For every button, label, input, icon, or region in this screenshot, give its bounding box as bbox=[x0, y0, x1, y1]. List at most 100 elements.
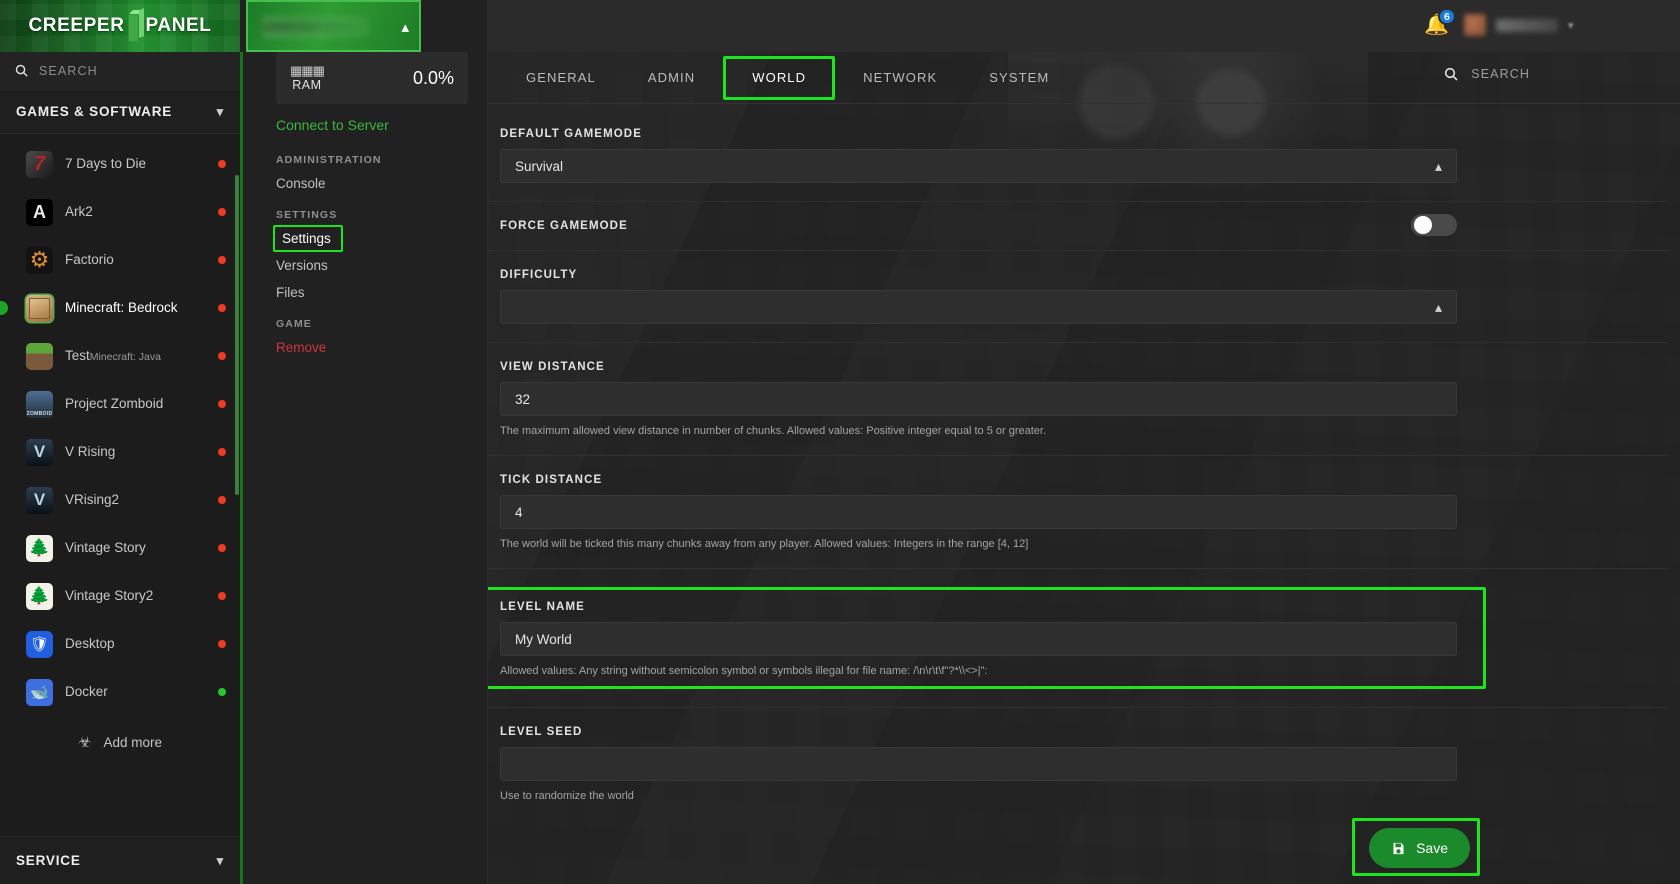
notification-badge: 6 bbox=[1438, 8, 1456, 25]
sidebar-item-text: Project Zomboid bbox=[65, 395, 206, 413]
sidebar-item-desktop[interactable]: Desktop bbox=[0, 620, 240, 668]
game-icon-desktop bbox=[26, 630, 53, 658]
sidebar-item-label: VRising2 bbox=[65, 492, 120, 507]
tab-general[interactable]: GENERAL bbox=[500, 52, 622, 104]
logo-text-left: CREEPER bbox=[28, 15, 125, 36]
server-nav-item-versions[interactable]: Versions bbox=[240, 252, 488, 279]
field-label-view-distance: VIEW DISTANCE bbox=[500, 361, 605, 373]
server-nav-item-console[interactable]: Console bbox=[240, 170, 488, 197]
sidebar-group-service[interactable]: SERVICE ▾ bbox=[0, 836, 240, 884]
sidebar-item-label: Docker bbox=[65, 684, 108, 699]
input-tick-distance[interactable]: 4 bbox=[500, 495, 1457, 529]
sidebar-item-text: Factorio bbox=[65, 251, 206, 269]
world-settings-form: DEFAULT GAMEMODE Survival ▴ FORCE GAMEMODE D… bbox=[488, 104, 1680, 802]
status-dot bbox=[218, 256, 226, 264]
sidebar-item-vintage-story2[interactable]: Vintage Story2 bbox=[0, 572, 240, 620]
field-separator bbox=[488, 455, 1668, 456]
tab-world[interactable]: WORLD bbox=[723, 55, 836, 100]
field-hint-level-name: Allowed values: Any string without semic… bbox=[500, 665, 988, 677]
sidebar-item-factorio[interactable]: Factorio bbox=[0, 236, 240, 284]
app-logo-bar[interactable]: CREEPER PANEL bbox=[0, 0, 240, 52]
sidebar-item-minecraft-bedrock[interactable]: Minecraft: Bedrock bbox=[0, 284, 240, 332]
server-nav-item-settings[interactable]: Settings bbox=[273, 225, 343, 252]
save-bar: Save bbox=[488, 802, 1680, 884]
input-value-view-distance: 32 bbox=[515, 391, 531, 407]
sidebar-group-games-software[interactable]: GAMES & SOFTWARE ▾ bbox=[0, 90, 240, 134]
input-level-name[interactable]: My World bbox=[500, 622, 1457, 656]
top-bar: 🔔 6 ▾ bbox=[488, 0, 1680, 52]
field-level-seed: LEVEL SEED Use to randomize the world bbox=[488, 726, 1680, 802]
sidebar-item-label: 7 Days to Die bbox=[65, 156, 147, 171]
sidebar-item-label: Vintage Story2 bbox=[65, 588, 154, 603]
server-selector-card[interactable]: ▴ bbox=[246, 0, 421, 52]
sidebar-item-text: 7 Days to Die bbox=[65, 155, 206, 173]
field-hint-tick-distance: The world will be ticked this many chunk… bbox=[500, 538, 1029, 550]
connect-to-server-link[interactable]: Connect to Server bbox=[240, 108, 488, 142]
server-nav-item-files[interactable]: Files bbox=[240, 279, 488, 306]
search-icon bbox=[1443, 66, 1459, 82]
sidebar-item-7-days-to-die[interactable]: 7 Days to Die bbox=[0, 140, 240, 188]
add-more-button[interactable]: ☣ Add more bbox=[0, 716, 240, 768]
sidebar-item-v-rising[interactable]: V Rising bbox=[0, 428, 240, 476]
game-icon-7-days-to-die bbox=[26, 150, 53, 178]
save-button[interactable]: Save bbox=[1369, 828, 1470, 868]
sidebar-item-project-zomboid[interactable]: Project Zomboid bbox=[0, 380, 240, 428]
toggle-knob bbox=[1414, 216, 1432, 234]
input-difficulty[interactable]: ▴ bbox=[500, 290, 1457, 324]
field-separator bbox=[488, 342, 1668, 343]
server-nav-section-game: GAME bbox=[276, 318, 312, 330]
tab-network[interactable]: NETWORK bbox=[837, 52, 963, 104]
sidebar-service-label: SERVICE bbox=[16, 853, 81, 868]
ram-icon: ▦▦▦ bbox=[290, 63, 325, 78]
field-separator bbox=[488, 707, 1668, 708]
status-dot bbox=[218, 448, 226, 456]
input-value-tick-distance: 4 bbox=[515, 504, 523, 520]
creeper-block-icon bbox=[127, 8, 144, 42]
field-label-level-name: LEVEL NAME bbox=[500, 601, 585, 613]
input-level-seed[interactable] bbox=[500, 747, 1457, 781]
sidebar-scrollbar[interactable] bbox=[235, 175, 239, 495]
sidebar-game-list: 7 Days to Die Ark2 Factorio Minecraft: Bedr… bbox=[0, 134, 240, 716]
user-name-blurred bbox=[1496, 18, 1558, 32]
sidebar-item-vintage-story[interactable]: Vintage Story bbox=[0, 524, 240, 572]
notifications-button[interactable]: 🔔 6 bbox=[1424, 8, 1456, 40]
ram-usage-card: ▦▦▦ RAM 0.0% bbox=[276, 52, 468, 104]
field-view-distance: VIEW DISTANCE 32 The maximum allowed view … bbox=[488, 361, 1680, 437]
content-search-placeholder: SEARCH bbox=[1471, 67, 1530, 81]
search-icon bbox=[14, 63, 29, 78]
tab-admin[interactable]: ADMIN bbox=[622, 52, 721, 104]
field-label-default-gamemode: DEFAULT GAMEMODE bbox=[500, 128, 642, 140]
toggle-force-gamemode[interactable] bbox=[1411, 214, 1457, 236]
status-dot bbox=[218, 208, 226, 216]
content-search-input[interactable]: SEARCH bbox=[1443, 66, 1530, 82]
sidebar-group-label: GAMES & SOFTWARE bbox=[16, 104, 173, 119]
sidebar-search-input[interactable]: SEARCH bbox=[0, 52, 240, 90]
sidebar-item-label: V Rising bbox=[65, 444, 116, 459]
save-button-label: Save bbox=[1416, 840, 1448, 856]
field-label-force-gamemode: FORCE GAMEMODE bbox=[500, 220, 628, 232]
user-menu-button[interactable]: ▾ bbox=[1464, 12, 1584, 38]
field-separator bbox=[488, 250, 1668, 251]
game-icon-project-zomboid bbox=[26, 390, 53, 418]
tab-system[interactable]: SYSTEM bbox=[963, 52, 1075, 104]
sidebar-item-docker[interactable]: Docker bbox=[0, 668, 240, 716]
status-dot bbox=[218, 352, 226, 360]
sidebar-item-label: Factorio bbox=[65, 252, 114, 267]
game-icon-ark2 bbox=[26, 198, 53, 226]
input-view-distance[interactable]: 32 bbox=[500, 382, 1457, 416]
sidebar-item-vrising2[interactable]: VRising2 bbox=[0, 476, 240, 524]
status-dot bbox=[218, 496, 226, 504]
sidebar-item-text: V Rising bbox=[65, 443, 206, 461]
field-label-tick-distance: TICK DISTANCE bbox=[500, 474, 603, 486]
sidebar-item-test[interactable]: TestMinecraft: Java bbox=[0, 332, 240, 380]
input-default-gamemode[interactable]: Survival ▴ bbox=[500, 149, 1457, 183]
server-nav-section-settings: SETTINGS bbox=[276, 209, 338, 221]
game-icon-vintage-story2 bbox=[26, 582, 53, 610]
status-dot bbox=[218, 640, 226, 648]
chevron-down-icon: ▾ bbox=[216, 852, 224, 868]
server-nav-item-remove[interactable]: Remove bbox=[240, 334, 488, 361]
server-sidebar: ▴ ▦▦▦ RAM 0.0% Connect to Server ADMINIST… bbox=[240, 0, 488, 884]
logo-text-right: PANEL bbox=[145, 15, 212, 36]
sidebar-item-ark2[interactable]: Ark2 bbox=[0, 188, 240, 236]
sidebar-item-text: Docker bbox=[65, 683, 206, 701]
